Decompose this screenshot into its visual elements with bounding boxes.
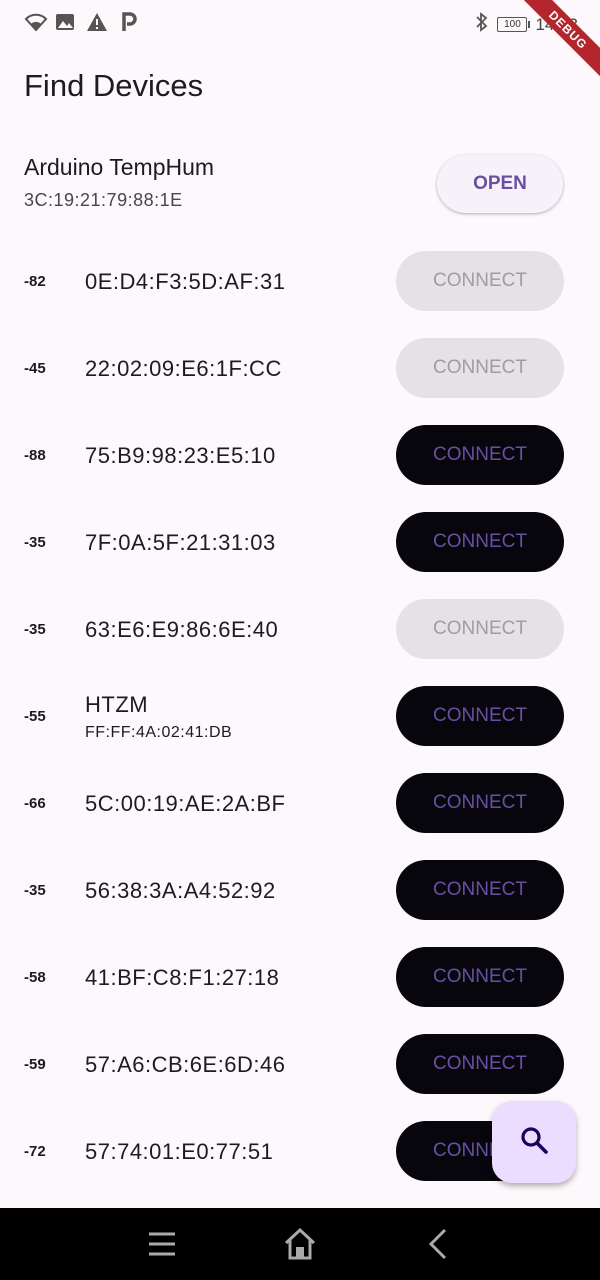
- scan-result-row: -66 5C:00:19:AE:2A:BF CONNECT: [0, 760, 600, 847]
- image-icon: [55, 12, 75, 37]
- rssi-value: -58: [24, 969, 46, 986]
- connect-button[interactable]: CONNECT: [396, 860, 564, 920]
- rssi-value: -72: [24, 1143, 46, 1160]
- connect-button[interactable]: CONNECT: [396, 1034, 564, 1094]
- rssi-value: -66: [24, 795, 46, 812]
- scan-result-row: -88 75:B9:98:23:E5:10 CONNECT: [0, 412, 600, 499]
- system-nav-bar: [0, 1208, 600, 1280]
- scan-result-row: -82 0E:D4:F3:5D:AF:31 CONNECT: [0, 238, 600, 325]
- device-info: 0E:D4:F3:5D:AF:31: [85, 238, 285, 325]
- scan-fab[interactable]: [492, 1101, 576, 1183]
- menu-icon[interactable]: [142, 1226, 182, 1262]
- device-title: 57:74:01:E0:77:51: [85, 1138, 274, 1164]
- parking-icon: [120, 12, 138, 37]
- device-title: 22:02:09:E6:1F:CC: [85, 355, 282, 381]
- connect-button[interactable]: CONNECT: [396, 773, 564, 833]
- connect-button[interactable]: CONNECT: [396, 686, 564, 746]
- scan-results-list: -82 0E:D4:F3:5D:AF:31 CONNECT -45 22:02:…: [0, 238, 600, 1195]
- bluetooth-icon: [475, 12, 489, 37]
- scan-result-row: -35 63:E6:E9:86:6E:40 CONNECT: [0, 586, 600, 673]
- device-title: 7F:0A:5F:21:31:03: [85, 529, 276, 555]
- wifi-icon: [24, 12, 48, 37]
- warning-icon: [86, 12, 108, 37]
- connected-device-row: Arduino TempHum 3C:19:21:79:88:1E OPEN: [0, 150, 600, 222]
- device-title: 41:BF:C8:F1:27:18: [85, 964, 280, 990]
- device-info: 63:E6:E9:86:6E:40: [85, 586, 278, 673]
- connect-button[interactable]: CONNECT: [396, 425, 564, 485]
- device-info: 5C:00:19:AE:2A:BF: [85, 760, 286, 847]
- scan-result-row: -35 56:38:3A:A4:52:92 CONNECT: [0, 847, 600, 934]
- device-title: 63:E6:E9:86:6E:40: [85, 616, 279, 642]
- search-icon: [519, 1125, 549, 1160]
- device-info: 22:02:09:E6:1F:CC: [85, 325, 282, 412]
- scan-result-row: -45 22:02:09:E6:1F:CC CONNECT: [0, 325, 600, 412]
- device-info: 41:BF:C8:F1:27:18: [85, 934, 279, 1021]
- device-title: 75:B9:98:23:E5:10: [85, 442, 276, 468]
- connect-button[interactable]: CONNECT: [396, 338, 564, 398]
- device-info: 57:74:01:E0:77:51: [85, 1108, 273, 1195]
- device-title: 0E:D4:F3:5D:AF:31: [85, 268, 286, 294]
- device-info: 7F:0A:5F:21:31:03: [85, 499, 276, 586]
- rssi-value: -55: [24, 708, 46, 725]
- connected-device-name: Arduino TempHum: [24, 154, 215, 180]
- scan-result-row: -55 HTZM FF:FF:4A:02:41:DB CONNECT: [0, 673, 600, 760]
- battery-indicator: 100: [497, 17, 531, 32]
- scan-result-row: -59 57:A6:CB:6E:6D:46 CONNECT: [0, 1021, 600, 1108]
- device-title: 57:A6:CB:6E:6D:46: [85, 1051, 286, 1077]
- home-icon[interactable]: [280, 1226, 320, 1262]
- connect-button[interactable]: CONNECT: [396, 947, 564, 1007]
- device-info: 75:B9:98:23:E5:10: [85, 412, 276, 499]
- back-icon[interactable]: [418, 1226, 458, 1262]
- scan-result-row: -35 7F:0A:5F:21:31:03 CONNECT: [0, 499, 600, 586]
- rssi-value: -88: [24, 447, 46, 464]
- page-title: Find Devices: [24, 68, 204, 103]
- connected-device-mac: 3C:19:21:79:88:1E: [24, 190, 183, 210]
- rssi-value: -82: [24, 273, 46, 290]
- rssi-value: -59: [24, 1056, 46, 1073]
- connect-button[interactable]: CONNECT: [396, 512, 564, 572]
- connect-button[interactable]: CONNECT: [396, 599, 564, 659]
- rssi-value: -45: [24, 360, 46, 377]
- device-title: 5C:00:19:AE:2A:BF: [85, 790, 286, 816]
- device-info: 56:38:3A:A4:52:92: [85, 847, 276, 934]
- device-title: 56:38:3A:A4:52:92: [85, 877, 276, 903]
- scan-result-row: -58 41:BF:C8:F1:27:18 CONNECT: [0, 934, 600, 1021]
- connect-button[interactable]: CONNECT: [396, 251, 564, 311]
- device-mac: FF:FF:4A:02:41:DB: [85, 723, 233, 741]
- rssi-value: -35: [24, 882, 46, 899]
- rssi-value: -35: [24, 621, 46, 638]
- device-info: HTZM FF:FF:4A:02:41:DB: [85, 673, 232, 760]
- rssi-value: -35: [24, 534, 46, 551]
- device-title: HTZM: [85, 691, 149, 717]
- status-bar: 100 14:53: [0, 0, 600, 44]
- open-button[interactable]: OPEN: [437, 155, 563, 213]
- device-info: 57:A6:CB:6E:6D:46: [85, 1021, 286, 1108]
